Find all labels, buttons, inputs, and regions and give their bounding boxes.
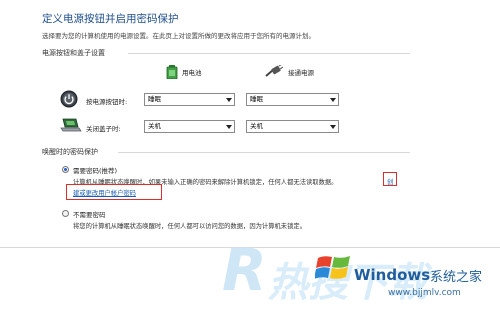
watermark-url: www.bjjmlv.com [388,288,461,298]
selected-value: 关机 [250,122,263,130]
watermark-system-home: 系统之家 [430,270,483,285]
watermark-windows: Windows [354,266,431,284]
section-divider [128,53,410,54]
require-password-radio[interactable] [62,166,69,173]
plug-icon [264,63,284,83]
section-title-password: 唤醒时的密码保护 [42,148,98,156]
lid-close-plugged-select[interactable]: 关机 [246,120,339,133]
no-password-description: 将您的计算机从睡眠状态唤醒时，任何人都可以访问您的数据，因为计算机未锁定。 [73,223,306,230]
power-button-plugged-select[interactable]: 睡眠 [246,93,339,106]
page-description: 选择要为您的计算机使用的电源设置。在此页上对设置所做的更改将应用于您所有的电源计… [42,32,315,40]
no-password-label[interactable]: 不需要密码 [73,209,106,219]
battery-column-label: 用电池 [182,69,202,77]
laptop-lid-icon [60,117,82,137]
lid-close-label: 关闭盖子时: [86,125,121,133]
lid-close-battery-select[interactable]: 关机 [144,120,235,133]
selected-value: 睡眠 [148,95,161,103]
section-divider [118,152,410,153]
selected-value: 关机 [148,122,161,130]
selected-value: 睡眠 [250,95,263,103]
watermark-letter: R [222,236,267,304]
section-title-power-buttons: 电源按钮和盖子设置 [42,49,105,57]
power-button-label: 按电源按钮时: [86,98,128,106]
chevron-down-icon [226,98,232,102]
highlight-box [66,184,162,200]
chevron-down-icon [330,98,336,102]
windows-logo-icon [314,250,353,288]
battery-icon [166,64,178,83]
highlight-box [383,172,397,186]
power-button-icon [60,90,78,112]
plugged-column-label: 接通电源 [288,69,314,77]
power-button-battery-select[interactable]: 睡眠 [144,93,235,106]
page-title: 定义电源按钮并启用密码保护 [42,13,179,25]
no-password-radio[interactable] [62,210,69,217]
chevron-down-icon [226,125,232,129]
require-password-label[interactable]: 需要密码(推荐) [73,165,117,175]
chevron-down-icon [330,125,336,129]
